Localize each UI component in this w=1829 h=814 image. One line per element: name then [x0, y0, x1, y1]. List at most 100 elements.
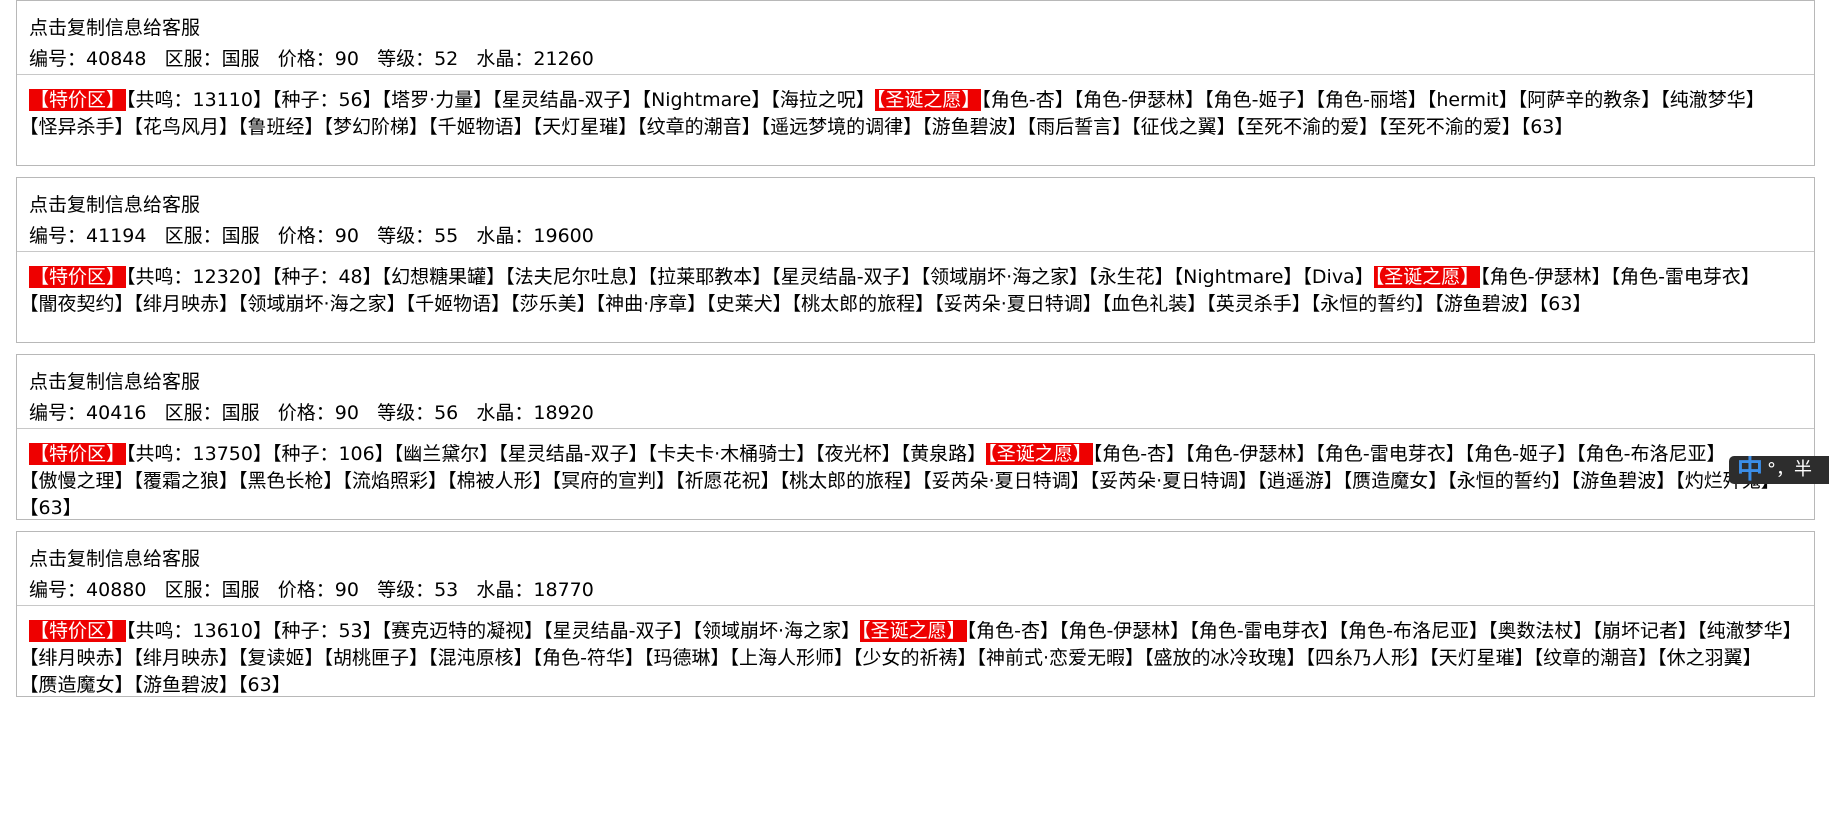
listing-crystal-value: 18770 [533, 579, 594, 601]
tag: 【逍遥游】 [1257, 470, 1343, 492]
listing-card[interactable]: 点击复制信息给客服 编号：40880 区服：国服 价格：90 等级：53 水晶：1… [16, 531, 1815, 697]
tag: 【共鸣：13610】 [126, 620, 272, 642]
copy-info-hint[interactable]: 点击复制信息给客服 [29, 13, 1802, 44]
ime-status-text: °，半 [1767, 459, 1813, 480]
listing-id-label: 编号： [29, 579, 87, 601]
field-gap [146, 402, 164, 424]
listing-header[interactable]: 点击复制信息给客服 编号：40416 区服：国服 价格：90 等级：56 水晶：1… [17, 355, 1814, 429]
tag: 【永生花】 [1088, 266, 1174, 288]
copy-info-hint[interactable]: 点击复制信息给客服 [29, 367, 1802, 398]
tag: 【种子：48】 [271, 266, 382, 288]
tag: 【角色-伊瑟林】 [1480, 266, 1611, 288]
listing-summary: 编号：40416 区服：国服 价格：90 等级：56 水晶：18920 [29, 398, 1802, 429]
field-gap [458, 225, 476, 247]
listing-id-value: 41194 [86, 225, 147, 247]
tag: 【鲁班经】 [238, 116, 324, 138]
tag: 【角色-姬子】 [1204, 89, 1316, 111]
listing-server-value: 国服 [221, 579, 260, 601]
tag: 【赛克迈特的凝视】 [381, 620, 544, 642]
tag: 【休之羽翼】 [1657, 647, 1762, 669]
listing-id-label: 编号： [29, 402, 87, 424]
listing-card[interactable]: 点击复制信息给客服 编号：40416 区服：国服 价格：90 等级：56 水晶：1… [16, 354, 1815, 520]
tag: 【神曲·序章】 [595, 293, 707, 315]
tag: 【种子：56】 [271, 89, 382, 111]
tag: 【流焰照彩】 [342, 470, 448, 492]
tag: 【幻想糖果罐】 [381, 266, 506, 288]
field-gap [458, 579, 476, 601]
tag: 【角色-雷电芽衣】 [1189, 620, 1339, 642]
listing-server-value: 国服 [221, 225, 260, 247]
tag: 【天灯星璀】 [532, 116, 638, 138]
tag: 【角色-杏】 [1092, 443, 1186, 465]
listing-tags: 【特价区】【共鸣：12320】【种子：48】【幻想糖果罐】【法夫尼尔吐息】【拉莱… [17, 252, 1814, 324]
ime-chinese-mode-icon: 中 [1737, 456, 1764, 484]
tag: 【纹章的潮音】 [637, 116, 761, 138]
tag: 【傲慢之理】 [29, 470, 134, 492]
copy-info-hint[interactable]: 点击复制信息给客服 [29, 190, 1802, 221]
tag: 【千姬物语】 [428, 116, 533, 138]
copy-info-hint[interactable]: 点击复制信息给客服 [29, 544, 1802, 575]
tag: 【幽兰黛尔】 [393, 443, 499, 465]
tag: 【阿萨辛的教条】 [1517, 89, 1661, 111]
listing-level-label: 等级： [377, 225, 435, 247]
tag: 【63】 [1538, 293, 1592, 315]
field-gap [458, 402, 476, 424]
tag: 【法夫尼尔吐息】 [505, 266, 648, 288]
tag: 【角色-伊瑟林】 [1073, 89, 1205, 111]
tag: 【怪异杀手】 [29, 116, 134, 138]
tag: 【混沌原核】 [428, 647, 533, 669]
tag: 【星灵结晶-双子】 [492, 89, 642, 111]
tag: 【共鸣：12320】 [126, 266, 272, 288]
tag: 【征伐之翼】 [1131, 116, 1236, 138]
field-gap [359, 225, 377, 247]
tag: 【冥府的宣判】 [551, 470, 676, 492]
ime-status-indicator[interactable]: 中 °，半 [1729, 456, 1829, 484]
tag: 【盛放的冰冷玫瑰】 [1144, 647, 1306, 669]
listing-id-label: 编号： [29, 225, 87, 247]
tag: 【赝造魔女】 [29, 674, 134, 696]
tag: 【角色-符华】 [532, 647, 644, 669]
listing-card[interactable]: 点击复制信息给客服 编号：41194 区服：国服 价格：90 等级：55 水晶：1… [16, 177, 1815, 343]
tag: 【纯澈梦华】 [1660, 89, 1765, 111]
highlight-tag: 【特价区】 [29, 266, 127, 288]
tag: 【玛德琳】 [643, 647, 730, 669]
tag: 【63】 [29, 497, 82, 519]
tag: 【千姬物语】 [405, 293, 511, 315]
highlight-tag: 【圣诞之愿】 [1373, 266, 1481, 288]
tag: 【英灵杀手】 [1206, 293, 1311, 315]
listing-level-value: 56 [434, 402, 459, 424]
tag: 【领域崩坏·海之家】 [692, 620, 861, 642]
listing-server-label: 区服： [164, 225, 222, 247]
tag: 【角色-丽塔】 [1315, 89, 1427, 111]
listing-price-label: 价格： [277, 402, 335, 424]
tag: 【桃太郎的旅程】 [779, 470, 923, 492]
tag: 【永恒的誓约】 [1447, 470, 1571, 492]
tag: 【上海人形师】 [729, 647, 853, 669]
listing-header[interactable]: 点击复制信息给客服 编号：40880 区服：国服 价格：90 等级：53 水晶：1… [17, 532, 1814, 606]
tag: 【纯澈梦华】 [1697, 620, 1802, 642]
tag: 【共鸣：13750】 [126, 443, 272, 465]
tag: 【黑色长枪】 [238, 470, 343, 492]
tag: 【拉莱耶教本】 [647, 266, 772, 288]
listing-header[interactable]: 点击复制信息给客服 编号：40848 区服：国服 价格：90 等级：52 水晶：2… [17, 1, 1814, 75]
tag: 【种子：106】 [271, 443, 394, 465]
listing-header[interactable]: 点击复制信息给客服 编号：41194 区服：国服 价格：90 等级：55 水晶：1… [17, 178, 1814, 252]
listing-level-value: 53 [434, 579, 459, 601]
listing-server-label: 区服： [164, 402, 222, 424]
tag: 【黄泉路】 [900, 443, 987, 465]
field-gap [359, 579, 377, 601]
highlight-tag: 【圣诞之愿】 [860, 620, 967, 642]
tag: 【赝造魔女】 [1342, 470, 1448, 492]
highlight-tag: 【特价区】 [29, 443, 127, 465]
tag: 【花鸟风月】 [133, 116, 239, 138]
field-gap [359, 402, 377, 424]
tag: 【领域崩坏·海之家】 [920, 266, 1089, 288]
tag: 【史莱犬】 [706, 293, 792, 315]
listing-price-value: 90 [334, 402, 359, 424]
tag: 【复读姬】 [238, 647, 324, 669]
tag: 【祈愿花祝】 [675, 470, 780, 492]
tag: 【妥芮朵·夏日特调】 [1089, 470, 1258, 492]
listing-crystal-label: 水晶： [476, 48, 534, 70]
tag: 【莎乐美】 [510, 293, 596, 315]
listing-card[interactable]: 点击复制信息给客服 编号：40848 区服：国服 价格：90 等级：52 水晶：2… [16, 0, 1815, 166]
